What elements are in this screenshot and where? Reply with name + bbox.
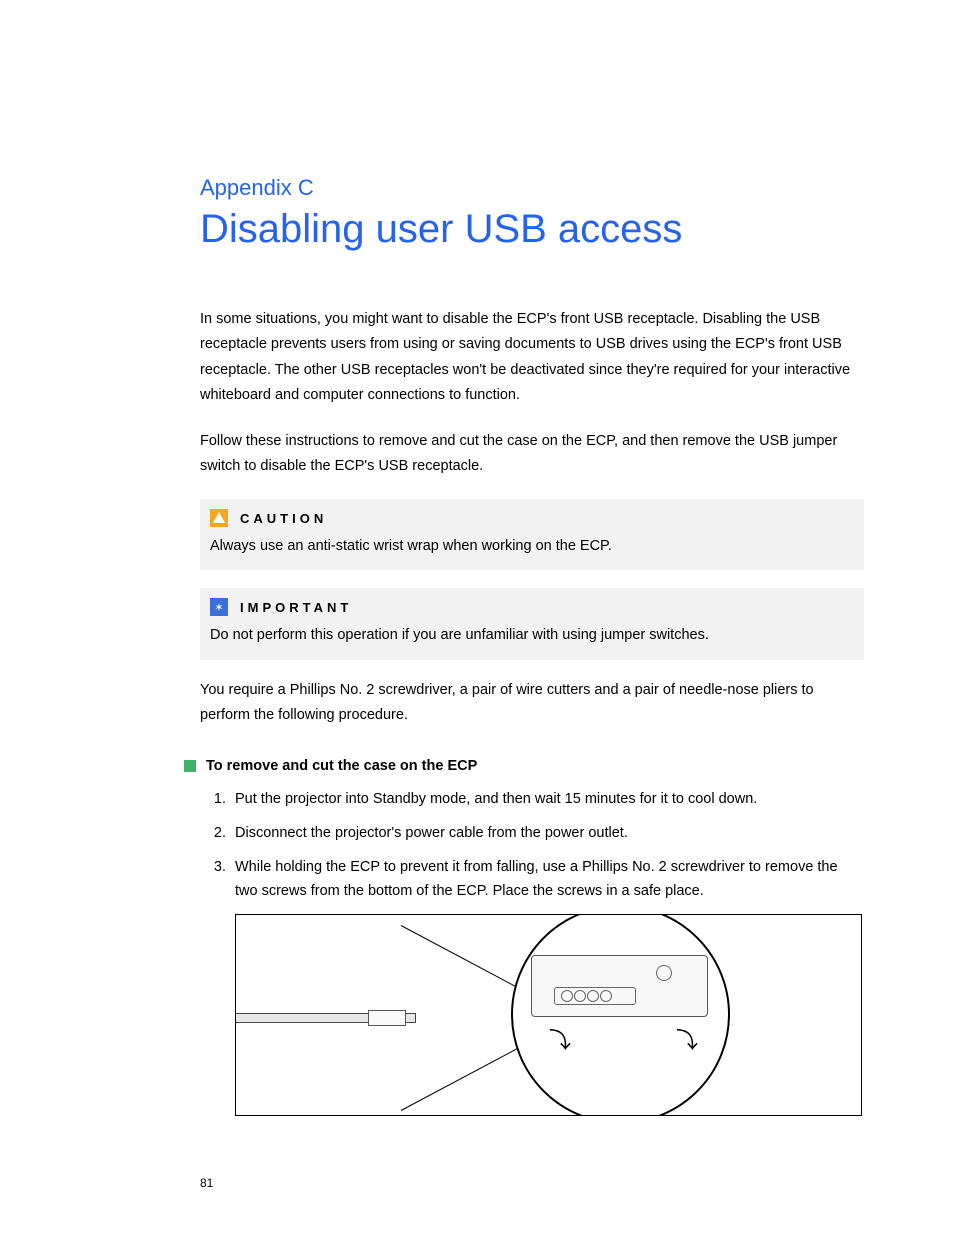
requirements-paragraph: You require a Phillips No. 2 screwdriver… — [200, 678, 864, 729]
caution-callout: CAUTION Always use an anti-static wrist … — [200, 499, 864, 570]
intro-paragraph-1: In some situations, you might want to di… — [200, 307, 864, 409]
page-number: 81 — [200, 1176, 864, 1190]
screw-arrow-icon: ⤵ — [549, 1023, 571, 1055]
important-callout: ✶ IMPORTANT Do not perform this operatio… — [200, 588, 864, 659]
procedure-steps: Put the projector into Standby mode, and… — [200, 788, 864, 904]
important-text: Do not perform this operation if you are… — [210, 624, 854, 647]
intro-paragraph-2: Follow these instructions to remove and … — [200, 429, 864, 480]
caution-icon — [210, 509, 228, 527]
list-item: Put the projector into Standby mode, and… — [230, 788, 864, 812]
procedure-title: To remove and cut the case on the ECP — [206, 758, 477, 774]
caution-label: CAUTION — [240, 511, 327, 526]
ecp-screw-removal-figure: ⤵ ⤵ — [235, 914, 862, 1116]
svg-text:✶: ✶ — [214, 602, 223, 614]
important-label: IMPORTANT — [240, 600, 352, 615]
page-title: Disabling user USB access — [200, 207, 864, 252]
appendix-label: Appendix C — [200, 175, 864, 201]
list-item: Disconnect the projector's power cable f… — [230, 822, 864, 846]
important-icon: ✶ — [210, 598, 228, 616]
list-item: While holding the ECP to prevent it from… — [230, 856, 864, 904]
procedure-header: To remove and cut the case on the ECP — [184, 758, 864, 774]
caution-text: Always use an anti-static wrist wrap whe… — [210, 535, 854, 558]
procedure-bullet-icon — [184, 760, 196, 772]
screw-arrow-icon: ⤵ — [676, 1023, 698, 1055]
